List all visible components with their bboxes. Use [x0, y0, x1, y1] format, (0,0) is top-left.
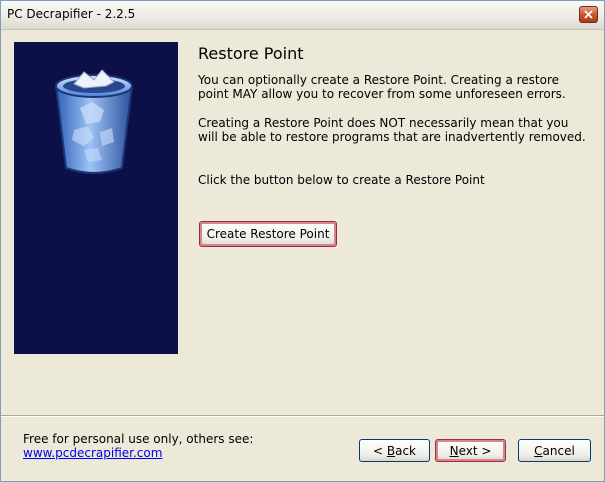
window-title: PC Decrapifier - 2.2.5	[7, 7, 136, 21]
website-link[interactable]: www.pcdecrapifier.com	[23, 446, 162, 460]
back-rest: ack	[395, 443, 416, 458]
license-note: Free for personal use only, others see:	[23, 432, 254, 446]
back-mnemonic: B	[386, 443, 396, 458]
next-label: Next >	[450, 444, 492, 458]
close-button[interactable]	[579, 6, 598, 23]
page-heading: Restore Point	[198, 44, 304, 63]
instruction-text: Click the button below to create a Resto…	[198, 173, 485, 187]
recycle-bin-icon	[54, 69, 134, 174]
close-icon	[584, 10, 593, 19]
intro-text: You can optionally create a Restore Poin…	[198, 73, 566, 101]
wizard-window: PC Decrapifier - 2.2.5 Restore Point You…	[0, 0, 605, 482]
create-restore-point-button[interactable]: Create Restore Point	[199, 221, 337, 247]
back-prefix: <	[372, 443, 387, 458]
cancel-mnemonic: C	[534, 443, 543, 458]
back-button[interactable]: < Back	[359, 439, 430, 462]
wizard-content: Restore Point You can optionally create …	[1, 30, 604, 481]
cancel-rest: ancel	[542, 443, 575, 458]
next-mnemonic: N	[449, 443, 459, 458]
back-label: < Back	[373, 444, 416, 458]
cancel-button[interactable]: Cancel	[518, 439, 591, 462]
next-button[interactable]: Next >	[435, 439, 506, 462]
create-restore-point-label: Create Restore Point	[206, 227, 330, 241]
side-panel	[14, 42, 178, 354]
next-rest: ext >	[458, 443, 492, 458]
footer-separator	[1, 415, 604, 417]
warning-text: Creating a Restore Point does NOT necess…	[198, 116, 586, 144]
title-bar[interactable]: PC Decrapifier - 2.2.5	[1, 1, 604, 30]
cancel-label: Cancel	[534, 444, 575, 458]
